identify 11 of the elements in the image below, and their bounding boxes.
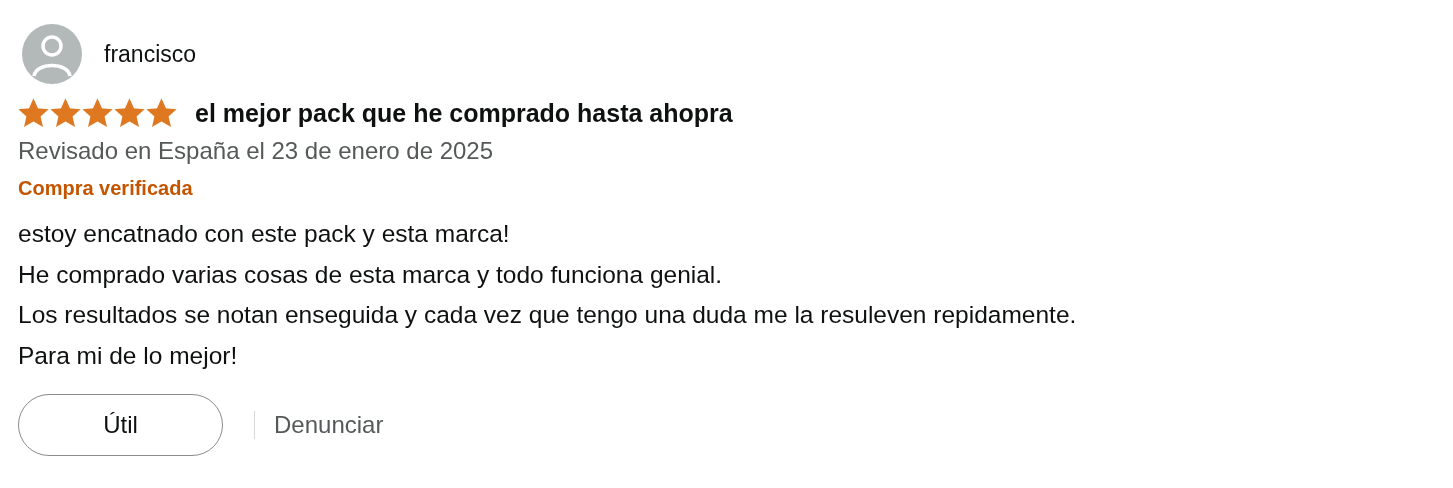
author-name: francisco <box>104 40 197 68</box>
verified-purchase-label: Compra verificada <box>18 177 194 200</box>
helpful-button[interactable]: Útil <box>18 394 223 456</box>
avatar-icon <box>22 24 82 84</box>
review-title: el mejor pack que he comprado hasta ahopra <box>195 99 733 128</box>
review-text: Para mi de lo mejor! <box>18 340 239 371</box>
review-text: estoy encatnado con este pack y esta marca! <box>18 219 511 249</box>
review-text: Los resultados se notan enseguida y cada vez que tengo una duda me la resuleven repidamente. <box>18 300 1078 330</box>
review-date: Revisado en España el 23 de enero de 2025 <box>18 137 495 165</box>
review-text: He comprado varias cosas de esta marca y todo funciona genial. <box>18 259 724 290</box>
report-link[interactable]: Denunciar <box>274 411 384 439</box>
